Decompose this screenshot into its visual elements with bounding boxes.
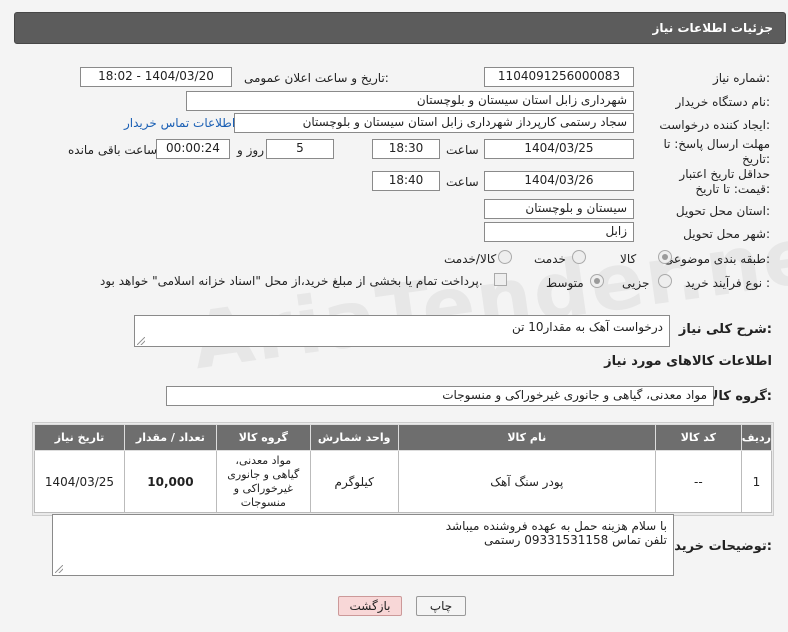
remaining-time-field: 00:00:24	[156, 139, 230, 159]
announce-label: تاریخ و ساعت اعلان عمومی:	[244, 71, 389, 85]
description-field[interactable]: درخواست آهک به مقدار10 تن	[134, 315, 670, 347]
announce-field: 1404/03/20 - 18:02	[80, 67, 232, 87]
page-header: جزئیات اطلاعات نیاز	[14, 12, 786, 44]
days-field: 5	[266, 139, 334, 159]
buyer-notes-label: توضیحات خریدار:	[662, 539, 772, 554]
treasury-payment-checkbox[interactable]	[494, 273, 507, 286]
validity-label: حداقل تاریخ اعتبار قیمت: تا تاریخ:	[679, 167, 770, 196]
category-label: طبقه بندی موضوعی:	[663, 252, 770, 266]
cell-name: پودر سنگ آهک	[397, 450, 656, 513]
category-option-service: خدمت	[534, 252, 566, 266]
cell-unit: کیلوگرم	[309, 450, 399, 513]
process-radio-medium[interactable]	[590, 274, 604, 288]
need-number-field: 1104091256000083	[484, 67, 634, 87]
category-radio-goods-service[interactable]	[498, 250, 512, 264]
col-header-row-number: ردیف	[740, 424, 773, 451]
city-label: شهر محل تحویل:	[683, 227, 770, 241]
validity-time-label: ساعت	[446, 175, 479, 189]
category-option-goods-service: کالا/خدمت	[444, 252, 497, 266]
category-radio-service[interactable]	[572, 250, 586, 264]
print-button[interactable]: چاپ	[416, 596, 466, 616]
col-header-date: تاریخ نیاز	[34, 424, 125, 451]
buyer-notes-field[interactable]: با سلام هزینه حمل به عهده فروشنده میباشد…	[52, 514, 674, 576]
goods-info-title: اطلاعات کالاهای مورد نیاز	[604, 354, 772, 369]
col-header-code: کد کالا	[654, 424, 742, 451]
page-frame: جزئیات اطلاعات نیاز AriaTender.neT شماره…	[0, 0, 788, 632]
cell-code: --	[654, 450, 742, 513]
city-field: زابل	[484, 222, 634, 242]
table-row: 1 -- پودر سنگ آهک کیلوگرم مواد معدنی، گی…	[34, 450, 773, 513]
category-radio-goods[interactable]	[658, 250, 672, 264]
creator-label: ایجاد کننده درخواست:	[659, 118, 770, 132]
buyer-contact-link[interactable]: اطلاعات تماس خریدار	[124, 116, 235, 130]
category-option-goods: کالا	[620, 252, 637, 266]
province-label: استان محل تحویل:	[675, 204, 770, 218]
buyer-notes-line-1: با سلام هزینه حمل به عهده فروشنده میباشد	[445, 519, 667, 533]
validity-date-field: 1404/03/26	[484, 171, 634, 191]
process-option-medium: متوسط	[546, 276, 584, 290]
cell-row-number: 1	[740, 450, 773, 513]
cell-group: مواد معدنی، گیاهی و جانوری غیرخوراکی و م…	[215, 450, 311, 513]
deadline-time-label: ساعت	[446, 143, 479, 157]
province-field: سیستان و بلوچستان	[484, 199, 634, 219]
deadline-label: مهلت ارسال پاسخ: تا تاریخ:	[663, 137, 770, 166]
page-title: جزئیات اطلاعات نیاز	[652, 21, 773, 35]
items-table: ردیف کد کالا نام کالا واحد شمارش گروه کا…	[34, 424, 773, 513]
deadline-time-field: 18:30	[372, 139, 440, 159]
table-header-row: ردیف کد کالا نام کالا واحد شمارش گروه کا…	[34, 424, 773, 451]
resize-grip-icon[interactable]	[137, 337, 145, 345]
creator-field: سجاد رستمی کارپرداز شهرداری زابل استان س…	[234, 113, 634, 133]
goods-group-field: مواد معدنی، گیاهی و جانوری غیرخوراکی و م…	[166, 386, 714, 406]
col-header-group: گروه کالا	[215, 424, 311, 451]
remaining-label: ساعت باقی مانده	[68, 143, 158, 157]
back-button[interactable]: بازگشت	[338, 596, 402, 616]
buyer-org-label: نام دستگاه خریدار:	[675, 95, 771, 109]
col-header-name: نام کالا	[397, 424, 656, 451]
col-header-unit: واحد شمارش	[309, 424, 399, 451]
treasury-payment-note: پرداخت تمام یا بخشی از مبلغ خرید،از محل …	[100, 274, 483, 288]
deadline-date-field: 1404/03/25	[484, 139, 634, 159]
validity-time-field: 18:40	[372, 171, 440, 191]
buyer-notes-line-2: تلفن تماس 09331531158 رستمی	[484, 533, 667, 547]
need-number-label: شماره نیاز:	[712, 71, 770, 85]
col-header-quantity: تعداد / مقدار	[123, 424, 217, 451]
process-radio-minor[interactable]	[658, 274, 672, 288]
resize-grip-icon[interactable]	[55, 565, 63, 573]
process-option-minor: جزیی	[622, 276, 650, 290]
description-label: شرح کلی نیاز:	[678, 322, 772, 337]
cell-date: 1404/03/25	[34, 450, 125, 513]
goods-group-label: گروه کالا:	[708, 389, 772, 404]
days-label: روز و	[237, 143, 264, 157]
buyer-org-field: شهرداری زابل استان سیستان و بلوچستان	[186, 91, 634, 111]
process-label: نوع فرآیند خرید :	[685, 276, 770, 290]
cell-quantity: 10,000	[123, 450, 217, 513]
